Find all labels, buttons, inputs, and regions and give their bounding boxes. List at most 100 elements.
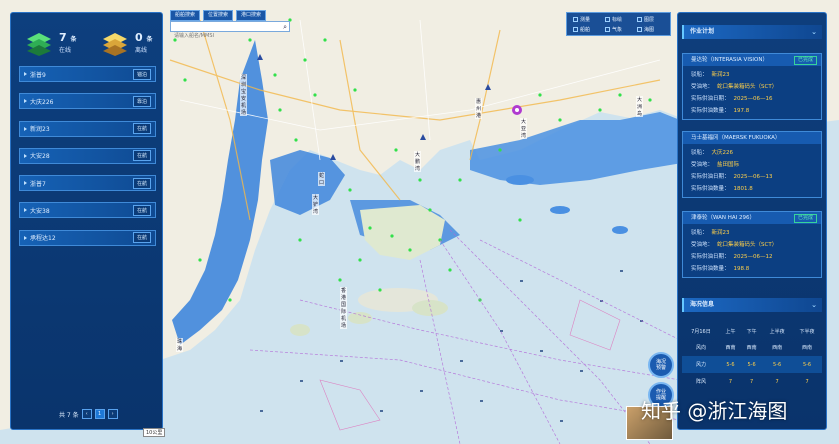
- tab-port-search[interactable]: 港口搜索: [236, 10, 267, 21]
- date-label: 实际供油日期：: [691, 174, 730, 180]
- vessel-list: 浙普9 锚泊 大庆226 靠泊 新润23 在航 大安28 在航 浙普7 在航 大安38 在航…: [19, 66, 156, 257]
- layers-offline-icon: [101, 29, 129, 57]
- sea-condition-table: 7月16日 上午 下午 上半夜 下半夜 风向 西南 西南 西南 西南 风力 5-…: [682, 323, 822, 390]
- qty-label: 实际供油数量：: [691, 108, 730, 114]
- table-cell: 7: [775, 378, 779, 385]
- work-plan-card[interactable]: 马士基福冈（MAERSK FUKUOKA） 驳船： 大庆226 受油地： 盐田国际 …: [682, 131, 822, 198]
- table-header: 下午: [746, 328, 757, 335]
- status-badge: 已完成: [793, 214, 817, 223]
- caret-right-icon: [24, 153, 27, 158]
- table-row: 风向 西南 西南 西南 西南: [682, 339, 822, 356]
- search-tabs: 船舶搜索 位置搜索 港口搜索: [170, 10, 269, 21]
- date-label: 实际供油日期：: [691, 254, 730, 260]
- chevron-down-icon[interactable]: ⌄: [811, 25, 817, 39]
- map-label-hk-airport: 香港国际机场: [340, 287, 348, 329]
- vessel-item[interactable]: 浙普9 锚泊: [19, 66, 156, 82]
- tab-ship-search[interactable]: 船舶搜索: [170, 10, 201, 21]
- qty-value: 197.8: [733, 108, 750, 114]
- measure-label: 测量: [580, 17, 591, 23]
- vessel-item[interactable]: 浙普7 在航: [19, 175, 156, 192]
- work-plan-header[interactable]: 作业计划 ⌄: [682, 25, 822, 39]
- barge-label: 驳船：: [691, 230, 708, 236]
- map-label-dapeng: 大鹏湾: [414, 151, 422, 172]
- prev-page-button[interactable]: ‹: [81, 409, 92, 419]
- cloud-icon: [605, 27, 610, 32]
- chart-tool[interactable]: 海图: [637, 26, 654, 33]
- vessel-status-badge: 靠泊: [132, 95, 151, 107]
- online-count: 7: [59, 30, 67, 44]
- table-cell: 5-6: [762, 356, 793, 373]
- layers-icon: [637, 17, 642, 22]
- pagination: 共 7 条 ‹ 1 ›: [59, 409, 118, 419]
- receiver-label: 受油地：: [691, 84, 714, 90]
- table-row: 阵风 7 7 7 7: [682, 373, 822, 390]
- vessel-item[interactable]: 大安38 在航: [19, 202, 156, 219]
- receiver-label: 受油地：: [691, 162, 714, 168]
- vessel-item[interactable]: 大庆226 靠泊: [19, 93, 156, 110]
- offline-label: 离线: [135, 46, 148, 54]
- search-icon[interactable]: ⌕: [283, 23, 287, 32]
- vessel-status-badge: 锚泊: [132, 68, 151, 80]
- table-cell: 5-6: [741, 356, 763, 373]
- layer-label: 图层: [644, 17, 655, 23]
- date-value: 2025—06—16: [733, 96, 773, 102]
- layer-tool[interactable]: 图层: [637, 16, 654, 23]
- table-cell: 阵风: [695, 379, 706, 385]
- page-1-button[interactable]: 1: [94, 409, 105, 419]
- vessel-name: 大安28: [30, 153, 50, 161]
- barge-value: 大庆226: [711, 150, 734, 156]
- date-value: 2025—06—13: [733, 174, 773, 180]
- caret-right-icon: [24, 208, 27, 213]
- pagination-total: 共 7 条: [59, 411, 79, 419]
- table-cell: 西南: [725, 345, 736, 351]
- map-label-zhuhai: 珠海: [176, 338, 184, 352]
- table-row: 风力 5-6 5-6 5-6 5-6: [682, 356, 822, 373]
- table-header: 下半夜: [799, 328, 815, 335]
- sea-condition-title: 海况信息: [690, 301, 715, 308]
- online-unit: 条: [70, 35, 77, 43]
- caret-right-icon: [24, 181, 27, 186]
- plot-tool[interactable]: 标绘: [605, 16, 622, 23]
- ship-label: 船舶: [580, 27, 591, 33]
- table-cell: 5-6: [792, 356, 822, 373]
- online-stat: 7 条 在线: [25, 23, 77, 63]
- vessel-item[interactable]: 承程达12 在航: [19, 229, 156, 246]
- date-value: 2025—06—12: [733, 254, 773, 260]
- chevron-down-icon[interactable]: ⌄: [811, 298, 817, 312]
- table-cell: 5-6: [719, 356, 742, 373]
- search-box: ⌕: [170, 21, 290, 41]
- measure-tool[interactable]: 测量: [573, 16, 590, 23]
- status-badge: 已完成: [793, 56, 817, 65]
- date-label: 实际供油日期：: [691, 96, 730, 102]
- vessel-item[interactable]: 新润23 在航: [19, 120, 156, 137]
- table-cell: 7: [728, 378, 733, 385]
- offline-stat: 0 条 离线: [101, 23, 153, 63]
- ruler-icon: [573, 17, 578, 22]
- search-input[interactable]: [171, 31, 277, 41]
- vessel-status-badge: 在航: [132, 123, 151, 135]
- ship-tool[interactable]: 船舶: [573, 26, 590, 33]
- qty-value: 1801.8: [733, 186, 753, 192]
- work-plan-card[interactable]: 曼达轮（INTERASIA VISION） 已完成 驳船： 新润23 受油地： 蛇口…: [682, 53, 822, 120]
- map-label-daya: 大亚湾: [520, 118, 528, 139]
- map-label-dachan: 大铲湾: [312, 194, 320, 215]
- vessel-name: 新润23: [30, 126, 50, 134]
- next-page-button[interactable]: ›: [107, 409, 118, 419]
- sea-warning-button[interactable]: 海况 预警: [648, 352, 674, 378]
- sea-condition-header[interactable]: 海况信息 ⌄: [682, 298, 822, 312]
- caret-right-icon: [24, 126, 27, 131]
- receiver-value: 蛇口集装箱码头（SCT）: [717, 84, 778, 90]
- table-cell: 风力: [682, 356, 720, 373]
- caret-right-icon: [24, 99, 27, 104]
- weather-tool[interactable]: 气象: [605, 26, 622, 33]
- vessel-name: 承程达12: [30, 235, 56, 243]
- vessel-item[interactable]: 大安28 在航: [19, 147, 156, 164]
- qty-value: 198.8: [733, 266, 750, 272]
- map-label-shekou: 蛇口: [318, 172, 326, 186]
- layers-online-icon: [25, 29, 53, 57]
- map-scale: 10公里: [143, 428, 166, 437]
- work-plan-card[interactable]: 津泰轮（WAN HAI 296） 已完成 驳船： 新润23 受油地： 蛇口集装箱码头…: [682, 211, 822, 278]
- offline-unit: 条: [146, 35, 153, 43]
- vessel-status-badge: 在航: [132, 232, 151, 244]
- tab-position-search[interactable]: 位置搜索: [203, 10, 234, 21]
